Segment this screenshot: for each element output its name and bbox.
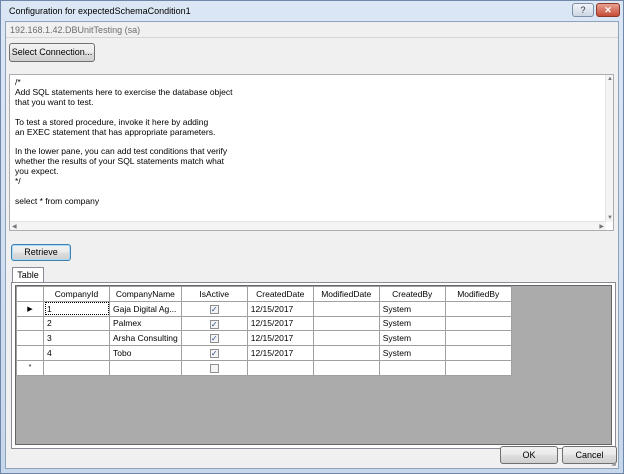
cell-companyname[interactable]: [109, 359, 182, 376]
column-header-isactive[interactable]: IsActive: [180, 286, 248, 302]
cancel-button[interactable]: Cancel: [562, 446, 617, 464]
config-dialog: Configuration for expectedSchemaConditio…: [0, 0, 624, 474]
tab-table[interactable]: Table: [12, 267, 44, 283]
cell-companyname[interactable]: Tobo: [109, 345, 182, 361]
column-header-modifiedby[interactable]: ModifiedBy: [444, 286, 512, 302]
table-row[interactable]: 3 Arsha Consulting ✓ 12/15/2017 System: [16, 330, 512, 347]
row-header[interactable]: ▶: [16, 300, 44, 317]
retrieve-button[interactable]: Retrieve: [11, 244, 71, 261]
cell-modifieddate[interactable]: [312, 330, 380, 347]
resize-grip-icon[interactable]: ◢: [611, 460, 616, 467]
sql-horizontal-scrollbar[interactable]: ◀ ▶: [10, 221, 606, 230]
row-header-corner[interactable]: [16, 286, 44, 302]
cell-companyid[interactable]: [43, 359, 110, 376]
cell-createdby[interactable]: System: [378, 300, 446, 317]
cell-createddate[interactable]: 12/15/2017: [246, 345, 314, 361]
cell-createdby[interactable]: System: [378, 315, 446, 332]
isactive-checkbox[interactable]: ✓: [209, 319, 219, 329]
cell-modifieddate[interactable]: [312, 359, 380, 376]
isactive-cell[interactable]: ✓: [180, 330, 248, 347]
help-button[interactable]: ?: [572, 3, 594, 17]
column-header-companyname[interactable]: CompanyName: [109, 286, 182, 302]
cell-createddate[interactable]: [246, 359, 314, 376]
window-title: Configuration for expectedSchemaConditio…: [9, 6, 191, 16]
scroll-left-icon[interactable]: ◀: [12, 223, 17, 230]
isactive-cell[interactable]: ✓: [180, 315, 248, 332]
cell-companyname[interactable]: Gaja Digital Ag...: [109, 300, 182, 317]
column-header-createdby[interactable]: CreatedBy: [378, 286, 446, 302]
cell-createddate[interactable]: 12/15/2017: [246, 330, 314, 347]
cell-createdby[interactable]: System: [378, 345, 446, 361]
scroll-down-icon[interactable]: ▼: [607, 215, 613, 221]
title-bar[interactable]: Configuration for expectedSchemaConditio…: [1, 1, 623, 21]
column-header-createddate[interactable]: CreatedDate: [246, 286, 314, 302]
cell-companyid[interactable]: 2: [43, 315, 110, 332]
scroll-up-icon[interactable]: ▲: [607, 76, 613, 82]
isactive-checkbox[interactable]: ✓: [209, 349, 219, 359]
cell-createddate[interactable]: 12/15/2017: [246, 315, 314, 332]
cell-companyname[interactable]: Arsha Consulting: [109, 330, 182, 347]
table-row[interactable]: 4 Tobo ✓ 12/15/2017 System: [16, 345, 512, 361]
grid-header-row: CompanyId CompanyName IsActive CreatedDa…: [16, 286, 512, 302]
results-table: CompanyId CompanyName IsActive CreatedDa…: [16, 286, 512, 376]
ok-button[interactable]: OK: [500, 446, 558, 464]
cell-modifiedby[interactable]: [444, 359, 512, 376]
dialog-client-area: 192.168.1.42.DBUnitTesting (sa) Select C…: [5, 21, 619, 469]
isactive-cell[interactable]: ✓: [180, 300, 248, 317]
row-header[interactable]: [16, 345, 44, 361]
close-button[interactable]: ✕: [596, 3, 620, 17]
select-connection-button[interactable]: Select Connection...: [9, 43, 95, 62]
sql-editor-text[interactable]: /* Add SQL statements here to exercise t…: [15, 77, 605, 207]
column-header-companyid[interactable]: CompanyId: [43, 286, 110, 302]
sql-vertical-scrollbar[interactable]: ▲ ▼: [605, 75, 613, 222]
table-row[interactable]: *: [16, 359, 512, 376]
cell-companyname[interactable]: Palmex: [109, 315, 182, 332]
isactive-checkbox[interactable]: ✓: [209, 334, 219, 344]
cell-companyid[interactable]: 1: [43, 300, 110, 317]
cell-modifiedby[interactable]: [444, 315, 512, 332]
column-header-modifieddate[interactable]: ModifiedDate: [312, 286, 380, 302]
isactive-checkbox[interactable]: [209, 364, 219, 373]
cell-createdby[interactable]: [378, 359, 446, 376]
cell-createdby[interactable]: System: [378, 330, 446, 347]
sql-editor[interactable]: /* Add SQL statements here to exercise t…: [9, 74, 614, 231]
table-row[interactable]: 2 Palmex ✓ 12/15/2017 System: [16, 315, 512, 332]
cell-companyid[interactable]: 4: [43, 345, 110, 361]
cell-modifieddate[interactable]: [312, 345, 380, 361]
isactive-cell[interactable]: ✓: [180, 345, 248, 361]
row-header[interactable]: [16, 315, 44, 332]
row-header[interactable]: *: [16, 359, 44, 376]
results-grid[interactable]: CompanyId CompanyName IsActive CreatedDa…: [15, 285, 612, 445]
isactive-checkbox[interactable]: ✓: [209, 304, 219, 314]
cell-modifieddate[interactable]: [312, 315, 380, 332]
row-header[interactable]: [16, 330, 44, 347]
cell-modifiedby[interactable]: [444, 300, 512, 317]
cell-modifiedby[interactable]: [444, 345, 512, 361]
scroll-right-icon[interactable]: ▶: [599, 223, 604, 230]
isactive-cell[interactable]: [180, 359, 248, 376]
table-row[interactable]: ▶ 1 Gaja Digital Ag... ✓ 12/15/2017 System: [16, 300, 512, 317]
connection-field: 192.168.1.42.DBUnitTesting (sa): [6, 22, 618, 38]
cell-modifiedby[interactable]: [444, 330, 512, 347]
table-tab-panel: CompanyId CompanyName IsActive CreatedDa…: [11, 282, 616, 449]
cell-createddate[interactable]: 12/15/2017: [246, 300, 314, 317]
cell-companyid[interactable]: 3: [43, 330, 110, 347]
cell-modifieddate[interactable]: [312, 300, 380, 317]
